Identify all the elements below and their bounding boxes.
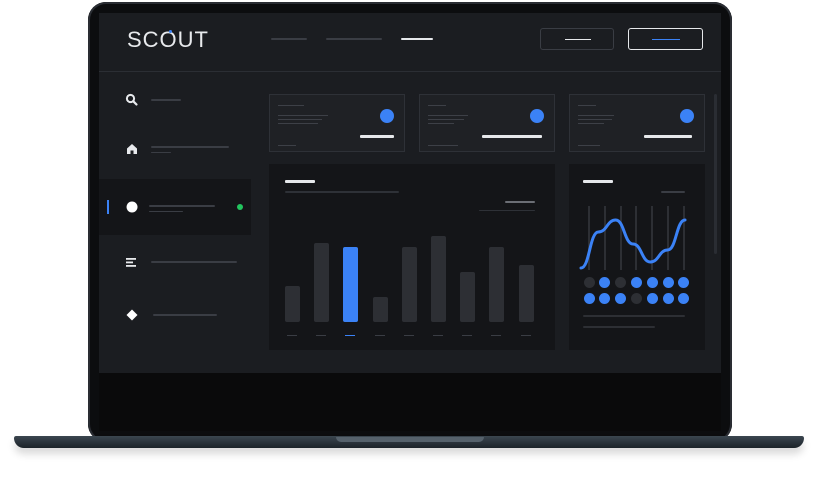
chart-tick bbox=[316, 335, 327, 336]
home-icon bbox=[127, 144, 137, 154]
chart-bar[interactable] bbox=[285, 286, 300, 322]
nav-link-1[interactable] bbox=[271, 38, 307, 40]
matrix-dot bbox=[583, 293, 595, 304]
panel-subtitle bbox=[285, 191, 399, 193]
sidebar-item-search[interactable] bbox=[99, 72, 251, 128]
chart-bar[interactable] bbox=[314, 243, 330, 322]
chart-bar[interactable] bbox=[518, 265, 534, 322]
sidebar-label-diamond bbox=[153, 314, 217, 316]
sidebar-label-search bbox=[151, 99, 181, 101]
stat-card-2[interactable] bbox=[419, 94, 555, 152]
sidebar-sublabel-home bbox=[151, 152, 171, 153]
header-button-primary[interactable] bbox=[628, 28, 703, 50]
active-marker bbox=[107, 200, 109, 214]
sidebar-sublabel-active bbox=[149, 211, 183, 212]
matrix-dot bbox=[646, 277, 658, 288]
chart-tick bbox=[287, 335, 297, 336]
sidebar bbox=[99, 72, 251, 373]
scout-logo: SCOUT bbox=[127, 27, 209, 52]
chart-tick bbox=[462, 335, 473, 336]
matrix-dot bbox=[630, 293, 642, 304]
matrix-dot bbox=[662, 277, 674, 288]
matrix-dot bbox=[662, 293, 674, 304]
stat-card-1[interactable] bbox=[269, 94, 405, 152]
diamond-icon bbox=[126, 309, 138, 321]
stat-card-3[interactable] bbox=[569, 94, 705, 152]
matrix-dot bbox=[583, 277, 595, 288]
sidebar-item-list[interactable] bbox=[99, 236, 251, 292]
nav-link-active[interactable] bbox=[401, 38, 433, 40]
chart-bar[interactable] bbox=[431, 236, 446, 322]
line-series bbox=[579, 218, 687, 270]
stat-value-bar bbox=[360, 135, 394, 138]
stat-indicator-dot bbox=[680, 109, 694, 123]
chart-tick bbox=[433, 335, 443, 336]
status-online-dot bbox=[237, 204, 243, 210]
sidebar-label-list bbox=[151, 261, 237, 263]
stat-indicator-dot bbox=[530, 109, 544, 123]
matrix-dot bbox=[630, 277, 642, 288]
matrix-dot bbox=[646, 293, 658, 304]
chart-bar[interactable] bbox=[460, 272, 476, 322]
header-button-secondary[interactable] bbox=[540, 28, 614, 50]
chart-tick bbox=[403, 335, 414, 336]
line-chart-panel bbox=[569, 164, 705, 350]
panel-legend bbox=[505, 201, 535, 203]
bar-chart-panel bbox=[269, 164, 555, 350]
chart-tick bbox=[520, 335, 531, 336]
panel-legend-sub bbox=[479, 210, 535, 211]
app-header: SCOUT bbox=[99, 13, 721, 72]
panel-title bbox=[285, 180, 315, 183]
sidebar-label-home bbox=[151, 146, 229, 148]
stat-indicator-dot bbox=[380, 109, 394, 123]
nav-link-2[interactable] bbox=[326, 38, 382, 40]
stat-value-bar bbox=[482, 135, 542, 138]
chart-tick bbox=[491, 335, 502, 336]
sidebar-item-diamond[interactable] bbox=[99, 287, 251, 343]
chart-bar[interactable] bbox=[401, 247, 417, 322]
chart-bar[interactable] bbox=[343, 247, 359, 322]
chart-bar[interactable] bbox=[372, 297, 388, 322]
chart-tick bbox=[345, 335, 356, 336]
laptop-notch bbox=[336, 437, 484, 442]
line-chart bbox=[579, 218, 687, 270]
circle-icon bbox=[126, 201, 138, 213]
sidebar-item-active[interactable] bbox=[99, 179, 251, 235]
list-icon bbox=[126, 258, 136, 267]
sidebar-item-home[interactable] bbox=[99, 128, 251, 184]
chart-bar[interactable] bbox=[489, 247, 505, 322]
logo-accent-dot bbox=[169, 30, 172, 33]
scrollbar[interactable] bbox=[714, 94, 717, 254]
search-icon bbox=[125, 93, 138, 106]
stat-value-bar bbox=[644, 135, 692, 138]
chart-tick bbox=[374, 335, 385, 336]
screen-bezel-bottom bbox=[99, 373, 721, 431]
sidebar-label-active bbox=[149, 205, 215, 207]
app-screen: SCOUT bbox=[99, 13, 721, 373]
